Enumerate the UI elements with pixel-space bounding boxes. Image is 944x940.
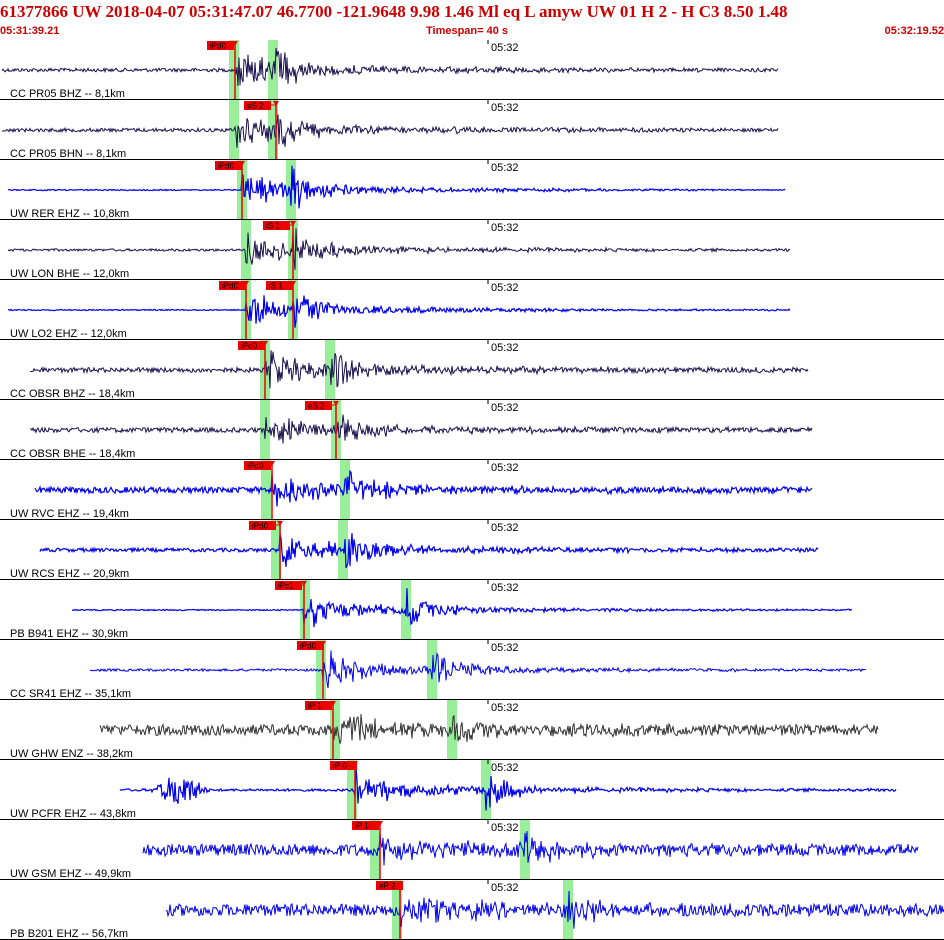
- trace-panel[interactable]: 05:32 eS 2 CC PR05 BHN -- 8,1km: [0, 100, 944, 160]
- time-tick-label: 05:32: [491, 822, 519, 834]
- time-tick-label: 05:32: [491, 402, 519, 414]
- seismogram-header: 61377866 UW 2018-04-07 05:31:47.07 46.77…: [0, 0, 944, 40]
- station-label: CC PR05 BHZ -- 8,1km: [10, 88, 125, 100]
- trace-panel[interactable]: 05:32 eS 2 CC OBSR BHE -- 18,4km: [0, 400, 944, 460]
- time-tick-label: 05:32: [491, 762, 519, 774]
- trace-panel[interactable]: 05:32 iPd0 CC OBSR BHZ -- 18,4km: [0, 340, 944, 400]
- station-label: UW LON BHE -- 12,0km: [10, 268, 129, 280]
- trace-panel[interactable]: 05:32 iP 0 UW PCFR EHZ -- 43,8km: [0, 760, 944, 820]
- pick-label: iPd0: [252, 522, 269, 531]
- pick-label: eS 2: [308, 402, 325, 411]
- trace-panel[interactable]: 05:32 iPd0 CC SR41 EHZ -- 35,1km: [0, 640, 944, 700]
- station-label: UW RCS EHZ -- 20,9km: [10, 568, 129, 580]
- pick-label: iPc1: [278, 582, 294, 591]
- station-label: CC SR41 EHZ -- 35,1km: [10, 688, 131, 700]
- station-label: UW RER EHZ -- 10,8km: [10, 208, 129, 220]
- time-tick-label: 05:32: [491, 162, 519, 174]
- trace-panel[interactable]: 05:32 iPd0 UW RER EHZ -- 10,8km: [0, 160, 944, 220]
- trace-panel[interactable]: 05:32 eP 2 PB B201 EHZ -- 56,7km: [0, 880, 944, 940]
- trace-panel[interactable]: 05:32 iPd0 iS 1 UW LO2 EHZ -- 12,0km: [0, 280, 944, 340]
- station-label: CC OBSR BHE -- 18,4km: [10, 448, 135, 460]
- station-label: UW PCFR EHZ -- 43,8km: [10, 808, 136, 820]
- trace-panel[interactable]: 05:32 iPd0 UW RCS EHZ -- 20,9km: [0, 520, 944, 580]
- waveform: [1, 114, 779, 148]
- station-label: CC PR05 BHN -- 8,1km: [10, 148, 126, 160]
- waveform: [165, 890, 944, 929]
- station-label: PB B201 EHZ -- 56,7km: [10, 928, 128, 940]
- trace-panel[interactable]: 05:32 iPc1 PB B941 EHZ -- 30,9km: [0, 580, 944, 640]
- pick-label: iPd0: [210, 42, 227, 51]
- pick-label: iS 1: [266, 222, 280, 231]
- trace-panel[interactable]: 05:32 iPd0 CC PR05 BHZ -- 8,1km: [0, 40, 944, 100]
- pick-label: iS 1: [269, 282, 283, 291]
- station-label: UW RVC EHZ -- 19,4km: [10, 508, 129, 520]
- time-tick-label: 05:32: [491, 882, 519, 894]
- waveform: [99, 714, 879, 744]
- timespan-label: Timespan= 40 s: [426, 25, 509, 37]
- pick-label: iP 1: [308, 702, 322, 711]
- waveform: [7, 295, 791, 328]
- pick-label: eS 2: [247, 102, 264, 111]
- pick-label: iPd0: [222, 282, 239, 291]
- pick-label: iPd0: [300, 642, 317, 651]
- time-tick-label: 05:32: [491, 42, 519, 54]
- start-time: 05:31:39.21: [0, 25, 60, 37]
- pick-label: iP 1: [355, 822, 369, 831]
- pick-label: iP 0: [333, 762, 347, 771]
- station-label: UW GHW ENZ -- 38,2km: [10, 748, 133, 760]
- pick-label: iPd0: [218, 162, 235, 171]
- waveform: [89, 650, 866, 689]
- time-tick-label: 05:32: [491, 282, 519, 294]
- trace-canvas[interactable]: 05:32 iPd0 CC PR05 BHZ -- 8,1km 05:32 eS 2 CC…: [0, 40, 944, 940]
- event-summary-title: 61377866 UW 2018-04-07 05:31:47.07 46.77…: [0, 2, 788, 21]
- pick-label: iPd0: [241, 342, 258, 351]
- pick-label: iPd0: [247, 462, 264, 471]
- waveform: [34, 469, 813, 507]
- arrival-shade: [520, 820, 530, 880]
- station-label: UW GSM EHZ -- 49,9km: [10, 868, 131, 880]
- waveform: [29, 414, 813, 444]
- waveform: [39, 533, 819, 569]
- waveform: [29, 350, 809, 389]
- time-tick-label: 05:32: [491, 642, 519, 654]
- trace-panel[interactable]: 05:32 iPd0 UW RVC EHZ -- 19,4km: [0, 460, 944, 520]
- waveform: [7, 228, 791, 270]
- time-tick-label: 05:32: [491, 702, 519, 714]
- station-label: CC OBSR BHZ -- 18,4km: [10, 388, 135, 400]
- waveform: [7, 165, 786, 209]
- station-label: UW LO2 EHZ -- 12,0km: [10, 328, 127, 340]
- time-tick-label: 05:32: [491, 462, 519, 474]
- time-tick-label: 05:32: [491, 222, 519, 234]
- waveform: [142, 831, 919, 866]
- time-tick-label: 05:32: [491, 522, 519, 534]
- trace-panel[interactable]: 05:32 iP 1 UW GSM EHZ -- 49,9km: [0, 820, 944, 880]
- trace-panel[interactable]: 05:32 iP 1 UW GHW ENZ -- 38,2km: [0, 700, 944, 760]
- time-tick-label: 05:32: [491, 102, 519, 114]
- waveform: [71, 588, 853, 628]
- time-tick-label: 05:32: [491, 582, 519, 594]
- end-time: 05:32:19.52: [884, 25, 944, 37]
- station-label: PB B941 EHZ -- 30,9km: [10, 628, 128, 640]
- pick-label: eP 2: [379, 882, 396, 891]
- waveform: [1, 47, 779, 87]
- time-tick-label: 05:32: [491, 342, 519, 354]
- trace-panel-area[interactable]: 05:32 iPd0 CC PR05 BHZ -- 8,1km 05:32 eS 2 CC…: [0, 40, 944, 940]
- trace-panel[interactable]: 05:32 iS 1 UW LON BHE -- 12,0km: [0, 220, 944, 280]
